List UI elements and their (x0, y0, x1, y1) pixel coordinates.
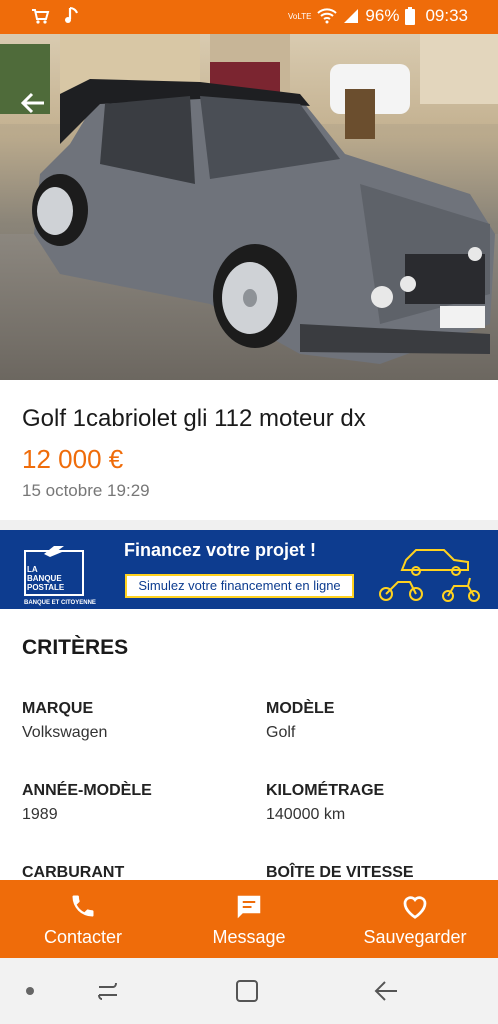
listing-price: 12 000 € (22, 444, 124, 474)
listing-date: 15 octobre 19:29 (22, 481, 150, 500)
bank-name-line1: LA (27, 565, 38, 574)
bank-logo: LA BANQUE POSTALE BANQUE ET CITOYENNE (12, 538, 96, 606)
back-nav-icon[interactable] (366, 976, 406, 1006)
criteria-label-brand: MARQUE (22, 700, 94, 717)
nav-dot-icon[interactable] (10, 976, 50, 1006)
criteria-label-mileage: KILOMÉTRAGE (266, 782, 385, 799)
wifi-icon (317, 8, 338, 24)
save-label: Sauvegarder (363, 927, 467, 947)
back-arrow-icon[interactable] (18, 88, 58, 128)
banner-cta-button[interactable]: Simulez votre financement en ligne (125, 574, 354, 598)
criteria-title: CRITÈRES (22, 636, 129, 659)
volte-indicator: VoLTE (288, 11, 312, 21)
system-navigation-bar (0, 958, 498, 1024)
criteria-label-year: ANNÉE-MODÈLE (22, 782, 152, 799)
car-photo-illustration (0, 34, 498, 364)
signal-icon (344, 9, 359, 23)
vehicle-illustrations-icon (379, 549, 480, 602)
listing-photo[interactable]: lebo (0, 34, 498, 380)
bank-name-line2: BANQUE (27, 574, 62, 583)
bank-name-line3: POSTALE (27, 583, 65, 592)
action-bar: Contacter Message Sauvegarder (0, 880, 498, 958)
clock: 09:33 (425, 6, 468, 25)
battery-percent: 96% (365, 6, 400, 25)
status-bar: VoLTE 96% 09:33 (0, 0, 498, 34)
banner-headline: Financez votre projet ! (124, 540, 317, 560)
shopping-cart-notification-icon (32, 9, 50, 24)
message-button[interactable]: Message (166, 880, 332, 958)
music-note-icon (65, 7, 78, 23)
phone-icon (72, 895, 94, 917)
battery-icon (405, 7, 416, 25)
home-button-icon[interactable] (227, 976, 267, 1006)
criteria-value-mileage: 140000 km (266, 806, 346, 823)
contact-button[interactable]: Contacter (0, 880, 166, 958)
bird-logo-icon (44, 546, 64, 557)
bank-tagline: BANQUE ET CITOYENNE (24, 600, 96, 606)
message-label: Message (212, 927, 286, 947)
message-bubble-icon (237, 895, 261, 919)
contact-label: Contacter (43, 927, 123, 947)
section-divider (0, 520, 498, 530)
save-button[interactable]: Sauvegarder (332, 880, 498, 958)
listing-title: Golf 1cabriolet gli 112 moteur dx (22, 405, 366, 432)
recent-apps-icon[interactable] (88, 976, 128, 1006)
criteria-label-model: MODÈLE (266, 700, 335, 717)
criteria-value-year: 1989 (22, 806, 58, 823)
criteria-value-model: Golf (266, 724, 296, 741)
criteria-value-brand: Volkswagen (22, 724, 108, 741)
heart-outline-icon (403, 896, 427, 919)
